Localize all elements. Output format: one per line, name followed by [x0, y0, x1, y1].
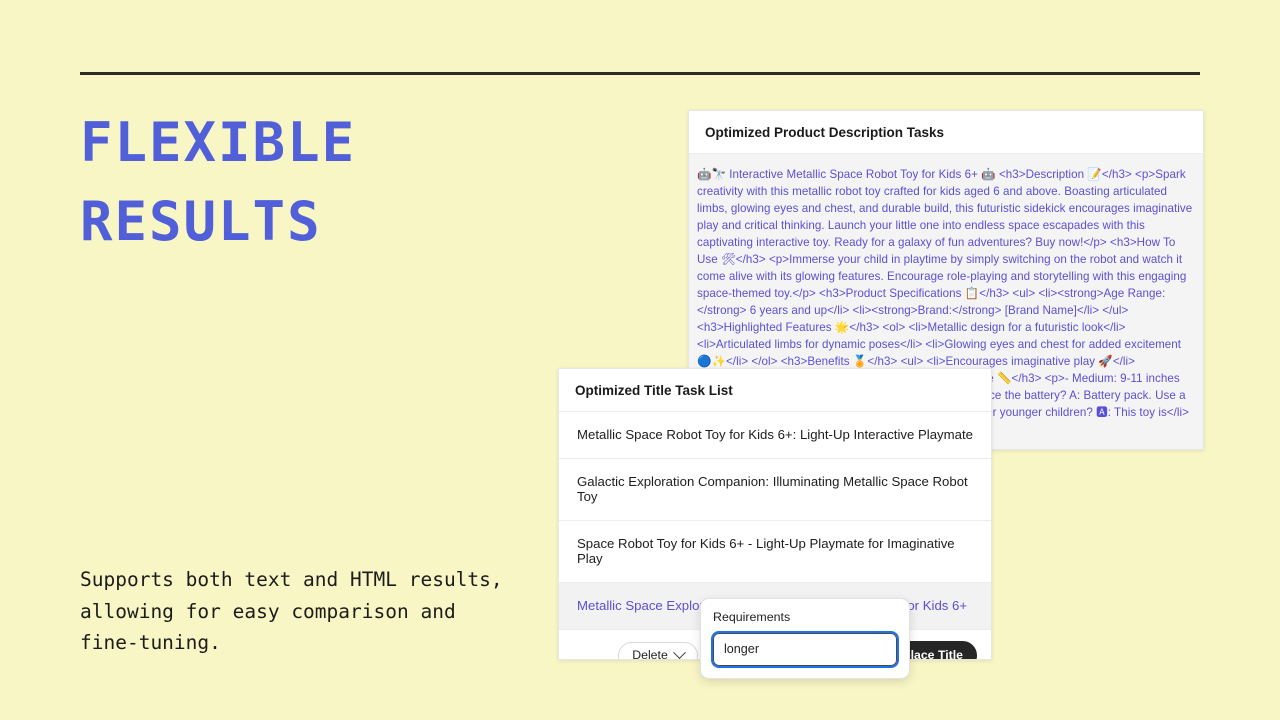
requirements-label: Requirements — [713, 610, 791, 624]
page-title: FLEXIBLE RESULTS — [80, 111, 357, 253]
description-panel-header: Optimized Product Description Tasks — [689, 111, 1203, 154]
title-list-item[interactable]: Metallic Space Robot Toy for Kids 6+: Li… — [559, 411, 991, 458]
delete-button[interactable]: Delete — [618, 642, 698, 660]
delete-button-label: Delete — [632, 648, 668, 660]
header-divider-rule — [80, 72, 1200, 75]
chevron-down-icon — [672, 645, 686, 659]
title-panel-header: Optimized Title Task List — [559, 369, 991, 411]
requirements-input[interactable] — [711, 631, 899, 668]
finetune-popover: Requirements — [700, 598, 910, 679]
title-list-item[interactable]: Galactic Exploration Companion: Illumina… — [559, 458, 991, 520]
page-subcopy: Supports both text and HTML results, all… — [80, 568, 503, 655]
title-list-item[interactable]: Space Robot Toy for Kids 6+ - Light-Up P… — [559, 520, 991, 582]
